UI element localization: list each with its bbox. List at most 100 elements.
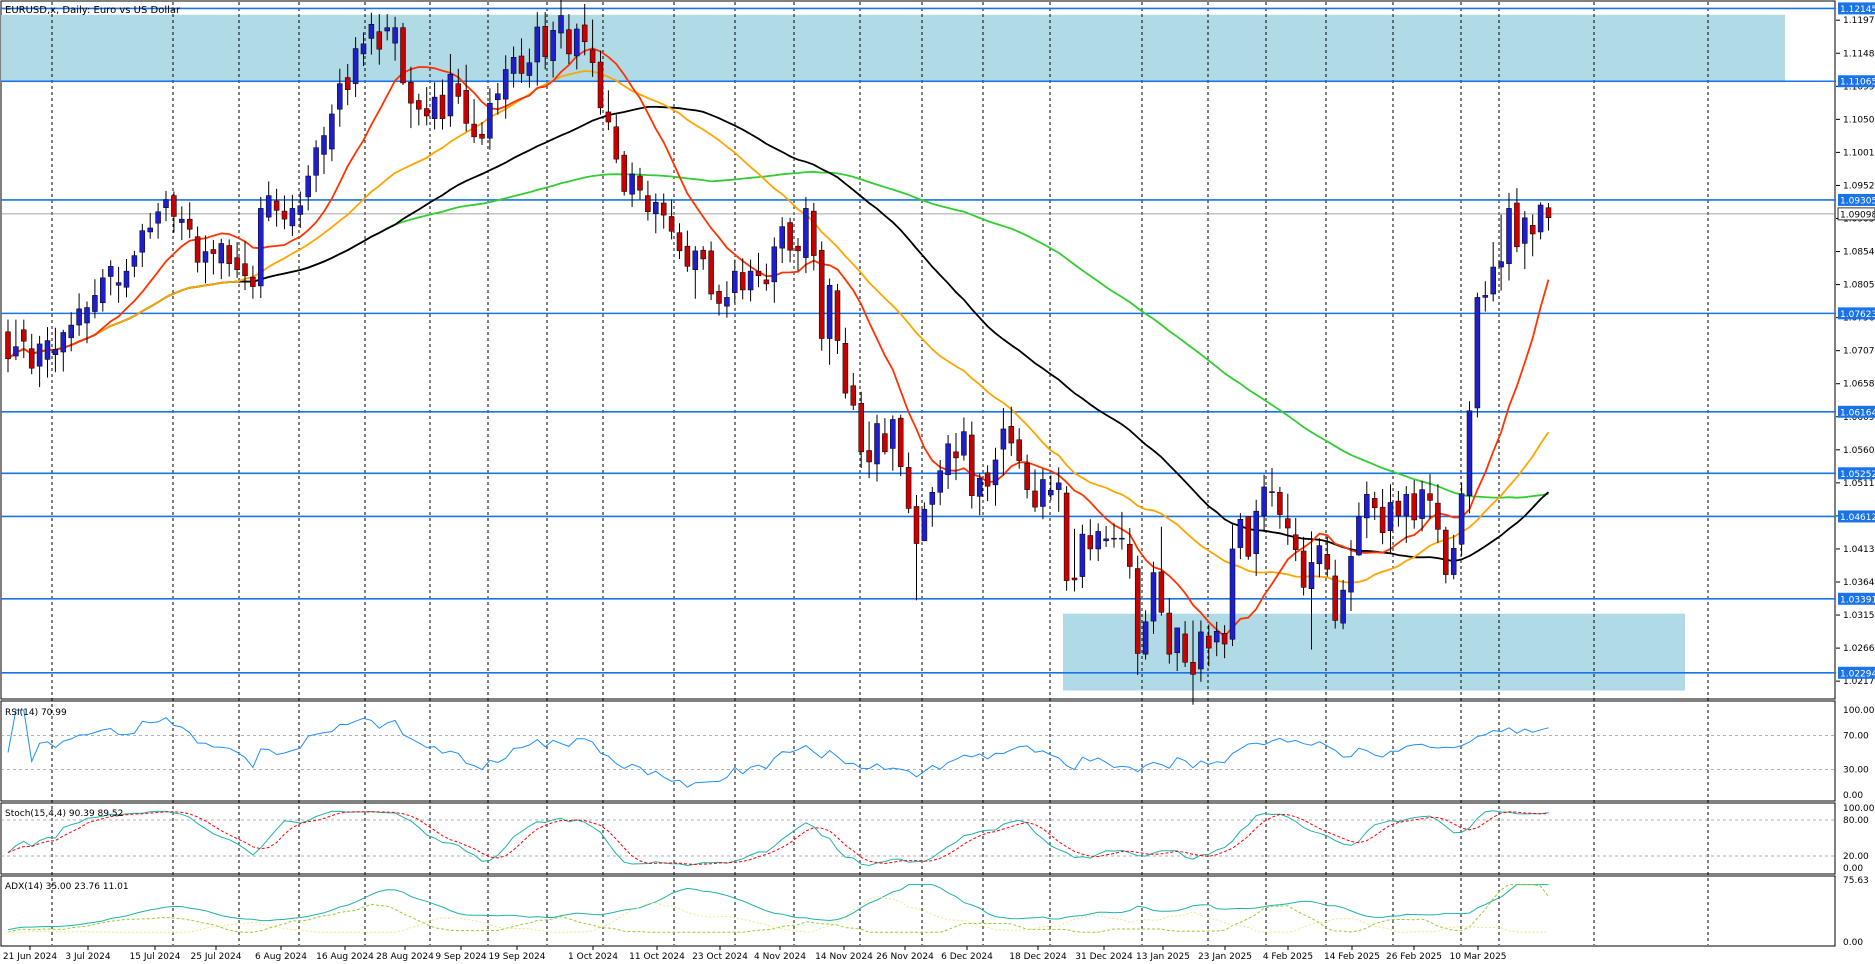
candle[interactable] xyxy=(897,414,904,477)
price-level-tag-label: 1.07623 xyxy=(1840,310,1875,320)
candle[interactable] xyxy=(1063,486,1070,591)
bear-candle-body xyxy=(416,100,422,110)
price-level-tag-label: 1.04612 xyxy=(1840,513,1875,523)
bear-candle-body xyxy=(273,200,280,211)
bear-candle-body xyxy=(242,263,248,277)
bull-candle-body xyxy=(1119,537,1125,540)
bull-candle-body xyxy=(961,431,967,456)
bear-candle-body xyxy=(589,49,596,63)
bull-candle-body xyxy=(1482,295,1489,298)
bull-candle-body xyxy=(84,307,90,324)
bear-candle-body xyxy=(1166,612,1173,655)
price-level-tag-label: 1.05252 xyxy=(1840,470,1875,480)
x-tick-label: 3 Jul 2024 xyxy=(65,952,110,962)
bear-candle-body xyxy=(842,343,849,394)
bear-candle-body xyxy=(479,133,485,139)
bull-candle-body xyxy=(36,343,43,367)
candle[interactable] xyxy=(621,151,627,196)
bear-candle-body xyxy=(344,77,351,90)
bear-candle-body xyxy=(28,348,35,369)
bull-candle-body xyxy=(1522,217,1528,244)
bull-candle-body xyxy=(929,492,936,505)
candle[interactable] xyxy=(818,241,825,351)
bull-candle-body xyxy=(1537,204,1544,233)
bear-candle-body xyxy=(1071,577,1078,581)
bull-candle-body xyxy=(115,282,122,286)
y-tick-label: 1.03150 xyxy=(1843,611,1875,621)
bear-candle-body xyxy=(1182,633,1188,663)
bear-candle-body xyxy=(1221,633,1228,645)
bull-candle-body xyxy=(337,83,343,110)
bear-candle-body xyxy=(581,24,588,43)
bull-candle-body xyxy=(1387,502,1394,531)
candle[interactable] xyxy=(1474,292,1481,418)
bear-candle-body xyxy=(716,291,722,304)
bull-candle-body xyxy=(100,277,106,304)
bear-candle-body xyxy=(194,236,201,263)
y-tick-label: 1.11480 xyxy=(1843,49,1875,59)
price-level-tag-label: 1.02294 xyxy=(1840,669,1875,679)
oscillator-tick-label: 100.00 xyxy=(1843,706,1875,716)
bull-candle-body xyxy=(992,459,999,486)
bull-candle-body xyxy=(1419,489,1425,519)
candle[interactable] xyxy=(258,196,264,299)
adx-pane[interactable] xyxy=(0,875,1836,947)
bear-candle-body xyxy=(455,83,462,97)
bull-candle-body xyxy=(495,93,501,101)
oscillator-tick-label: 0.00 xyxy=(1843,791,1863,801)
rsi-pane[interactable] xyxy=(0,700,1836,802)
oscillator-tick-label: 100.00 xyxy=(1843,804,1875,814)
bear-candle-body xyxy=(684,245,691,267)
chart-canvas[interactable]: 1.119701.114801.109901.105001.100101.095… xyxy=(0,0,1875,964)
bear-candle-body xyxy=(811,210,817,256)
bull-candle-body xyxy=(44,340,51,360)
oscillator-tick-label: 30.00 xyxy=(1843,766,1869,776)
x-tick-label: 14 Nov 2024 xyxy=(815,952,873,962)
bull-candle-body xyxy=(392,27,398,44)
oscillator-tick-label: 0.00 xyxy=(1843,938,1863,948)
bear-candle-body xyxy=(1427,493,1433,501)
bull-candle-body xyxy=(13,346,19,357)
bull-candle-body xyxy=(1466,410,1473,496)
bear-candle-body xyxy=(913,506,920,544)
bull-candle-body xyxy=(1213,630,1220,643)
bear-candle-body xyxy=(1514,202,1520,248)
adx-label: ADX(14) 35.00 23.76 11.01 xyxy=(5,882,129,892)
main-price-pane[interactable] xyxy=(0,0,1836,700)
bear-candle-body xyxy=(400,27,406,84)
bull-candle-body xyxy=(747,270,754,291)
bull-candle-body xyxy=(803,208,809,258)
bear-candle-body xyxy=(1443,529,1449,575)
bear-candle-body xyxy=(834,290,841,341)
bull-candle-body xyxy=(384,27,390,32)
y-tick-label: 1.08050 xyxy=(1843,281,1875,291)
bear-candle-body xyxy=(795,245,801,252)
oscillator-tick-label: 80.00 xyxy=(1843,816,1869,826)
x-tick-label: 31 Dec 2024 xyxy=(1075,952,1133,962)
bear-candle-body xyxy=(597,61,604,109)
bull-candle-body xyxy=(945,443,951,476)
candle[interactable] xyxy=(1245,516,1252,560)
bear-candle-body xyxy=(637,175,643,191)
bull-candle-body xyxy=(60,332,67,353)
y-tick-label: 1.04130 xyxy=(1843,545,1875,555)
bear-candle-body xyxy=(566,29,572,55)
x-tick-label: 23 Oct 2024 xyxy=(692,952,748,962)
stoch-pane[interactable] xyxy=(0,802,1836,875)
bull-candle-body xyxy=(447,73,454,117)
bear-candle-body xyxy=(1379,506,1386,534)
bear-candle-body xyxy=(210,249,217,254)
y-tick-label: 1.05600 xyxy=(1843,446,1875,456)
bear-candle-body xyxy=(700,249,706,260)
bull-candle-body xyxy=(305,175,311,198)
bull-candle-body xyxy=(1048,490,1054,496)
bear-candle-body xyxy=(1087,535,1094,550)
bull-candle-body xyxy=(1261,486,1267,517)
supply-demand-zone xyxy=(1,14,1785,83)
bull-candle-body xyxy=(1364,494,1370,519)
x-tick-label: 26 Feb 2025 xyxy=(1386,952,1442,962)
candle[interactable] xyxy=(400,22,406,85)
bull-candle-body xyxy=(297,205,304,215)
bear-candle-body xyxy=(763,279,770,285)
bull-candle-body xyxy=(1316,545,1323,565)
